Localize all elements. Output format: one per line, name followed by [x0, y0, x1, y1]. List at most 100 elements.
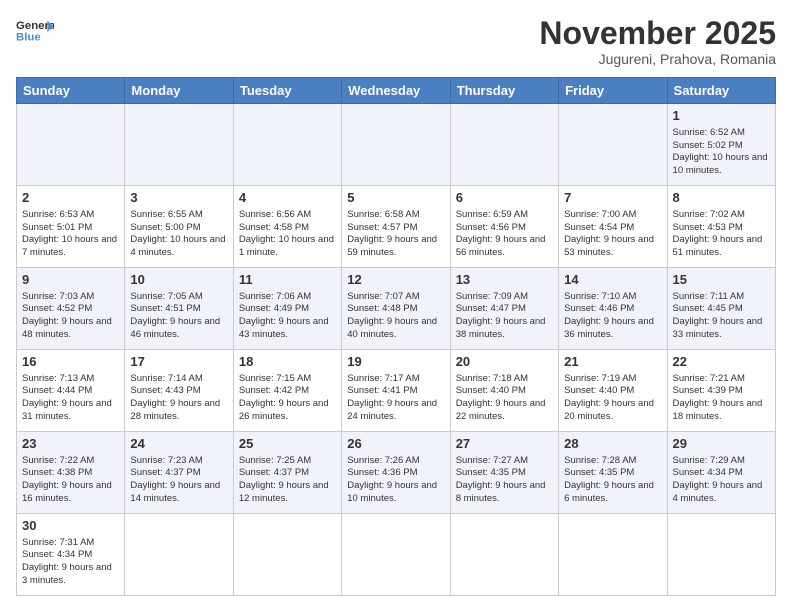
day-number: 25	[239, 435, 336, 453]
day-number: 20	[456, 353, 553, 371]
weekday-header-monday: Monday	[125, 78, 233, 104]
calendar-cell	[233, 514, 341, 596]
calendar-body: 1 Sunrise: 6:52 AM Sunset: 5:02 PM Daylig…	[17, 104, 776, 596]
day-info: Sunrise: 7:06 AM Sunset: 4:49 PM Dayligh…	[239, 291, 329, 340]
day-info: Sunrise: 7:10 AM Sunset: 4:46 PM Dayligh…	[564, 291, 654, 340]
day-number: 1	[673, 107, 770, 125]
day-info: Sunrise: 7:21 AM Sunset: 4:39 PM Dayligh…	[673, 373, 763, 422]
calendar-cell: 23 Sunrise: 7:22 AM Sunset: 4:38 PM Dayli…	[17, 432, 125, 514]
day-info: Sunrise: 7:03 AM Sunset: 4:52 PM Dayligh…	[22, 291, 112, 340]
day-number: 8	[673, 189, 770, 207]
day-number: 23	[22, 435, 119, 453]
day-number: 12	[347, 271, 444, 289]
day-info: Sunrise: 7:00 AM Sunset: 4:54 PM Dayligh…	[564, 209, 654, 258]
weekday-header-thursday: Thursday	[450, 78, 558, 104]
day-number: 6	[456, 189, 553, 207]
weekday-header-friday: Friday	[559, 78, 667, 104]
calendar-cell	[559, 104, 667, 186]
calendar-cell: 29 Sunrise: 7:29 AM Sunset: 4:34 PM Dayli…	[667, 432, 775, 514]
calendar-cell: 16 Sunrise: 7:13 AM Sunset: 4:44 PM Dayli…	[17, 350, 125, 432]
day-info: Sunrise: 6:52 AM Sunset: 5:02 PM Dayligh…	[673, 127, 768, 176]
calendar-cell: 26 Sunrise: 7:26 AM Sunset: 4:36 PM Dayli…	[342, 432, 450, 514]
day-number: 19	[347, 353, 444, 371]
calendar-cell: 4 Sunrise: 6:56 AM Sunset: 4:58 PM Daylig…	[233, 186, 341, 268]
calendar-cell: 8Sunrise: 7:02 AM Sunset: 4:53 PM Daylig…	[667, 186, 775, 268]
calendar-cell: 17Sunrise: 7:14 AM Sunset: 4:43 PM Dayli…	[125, 350, 233, 432]
calendar-week-row: 9 Sunrise: 7:03 AM Sunset: 4:52 PM Daylig…	[17, 268, 776, 350]
day-number: 2	[22, 189, 119, 207]
day-info: Sunrise: 6:55 AM Sunset: 5:00 PM Dayligh…	[130, 209, 225, 258]
day-info: Sunrise: 6:59 AM Sunset: 4:56 PM Dayligh…	[456, 209, 546, 258]
calendar-cell	[667, 514, 775, 596]
day-info: Sunrise: 7:27 AM Sunset: 4:35 PM Dayligh…	[456, 455, 546, 504]
day-info: Sunrise: 7:19 AM Sunset: 4:40 PM Dayligh…	[564, 373, 654, 422]
logo: General Blue	[16, 16, 54, 46]
day-number: 18	[239, 353, 336, 371]
calendar-week-row: 16 Sunrise: 7:13 AM Sunset: 4:44 PM Dayli…	[17, 350, 776, 432]
calendar-cell: 24Sunrise: 7:23 AM Sunset: 4:37 PM Dayli…	[125, 432, 233, 514]
calendar-cell: 28Sunrise: 7:28 AM Sunset: 4:35 PM Dayli…	[559, 432, 667, 514]
page: General Blue November 2025 Jugureni, Pra…	[0, 0, 792, 612]
weekday-header-tuesday: Tuesday	[233, 78, 341, 104]
calendar-cell: 20 Sunrise: 7:18 AM Sunset: 4:40 PM Dayli…	[450, 350, 558, 432]
calendar-week-row: 2 Sunrise: 6:53 AM Sunset: 5:01 PM Daylig…	[17, 186, 776, 268]
calendar-cell: 11Sunrise: 7:06 AM Sunset: 4:49 PM Dayli…	[233, 268, 341, 350]
calendar-cell: 7 Sunrise: 7:00 AM Sunset: 4:54 PM Daylig…	[559, 186, 667, 268]
title-area: November 2025 Jugureni, Prahova, Romania	[539, 16, 776, 67]
day-info: Sunrise: 7:18 AM Sunset: 4:40 PM Dayligh…	[456, 373, 546, 422]
day-info: Sunrise: 7:29 AM Sunset: 4:34 PM Dayligh…	[673, 455, 763, 504]
calendar-cell	[342, 104, 450, 186]
calendar-cell: 30Sunrise: 7:31 AM Sunset: 4:34 PM Dayli…	[17, 514, 125, 596]
day-info: Sunrise: 7:13 AM Sunset: 4:44 PM Dayligh…	[22, 373, 112, 422]
calendar-cell: 6 Sunrise: 6:59 AM Sunset: 4:56 PM Daylig…	[450, 186, 558, 268]
calendar-cell: 21Sunrise: 7:19 AM Sunset: 4:40 PM Dayli…	[559, 350, 667, 432]
day-number: 7	[564, 189, 661, 207]
day-info: Sunrise: 7:31 AM Sunset: 4:34 PM Dayligh…	[22, 537, 112, 586]
day-number: 9	[22, 271, 119, 289]
calendar-cell	[450, 104, 558, 186]
day-number: 26	[347, 435, 444, 453]
calendar-week-row: 23 Sunrise: 7:22 AM Sunset: 4:38 PM Dayli…	[17, 432, 776, 514]
day-number: 3	[130, 189, 227, 207]
day-number: 28	[564, 435, 661, 453]
day-info: Sunrise: 7:25 AM Sunset: 4:37 PM Dayligh…	[239, 455, 329, 504]
day-info: Sunrise: 7:05 AM Sunset: 4:51 PM Dayligh…	[130, 291, 220, 340]
day-number: 27	[456, 435, 553, 453]
calendar-cell: 19 Sunrise: 7:17 AM Sunset: 4:41 PM Dayli…	[342, 350, 450, 432]
day-info: Sunrise: 7:14 AM Sunset: 4:43 PM Dayligh…	[130, 373, 220, 422]
weekday-header-wednesday: Wednesday	[342, 78, 450, 104]
day-info: Sunrise: 6:58 AM Sunset: 4:57 PM Dayligh…	[347, 209, 437, 258]
calendar-cell: 25 Sunrise: 7:25 AM Sunset: 4:37 PM Dayli…	[233, 432, 341, 514]
calendar-cell	[125, 514, 233, 596]
calendar-table: SundayMondayTuesdayWednesdayThursdayFrid…	[16, 77, 776, 596]
day-info: Sunrise: 7:17 AM Sunset: 4:41 PM Dayligh…	[347, 373, 437, 422]
day-number: 4	[239, 189, 336, 207]
day-number: 22	[673, 353, 770, 371]
day-number: 14	[564, 271, 661, 289]
weekday-header-sunday: Sunday	[17, 78, 125, 104]
weekday-header-row: SundayMondayTuesdayWednesdayThursdayFrid…	[17, 78, 776, 104]
calendar-cell: 22 Sunrise: 7:21 AM Sunset: 4:39 PM Dayli…	[667, 350, 775, 432]
day-info: Sunrise: 7:23 AM Sunset: 4:37 PM Dayligh…	[130, 455, 220, 504]
day-number: 16	[22, 353, 119, 371]
calendar-cell: 3 Sunrise: 6:55 AM Sunset: 5:00 PM Daylig…	[125, 186, 233, 268]
calendar-cell: 27 Sunrise: 7:27 AM Sunset: 4:35 PM Dayli…	[450, 432, 558, 514]
day-info: Sunrise: 7:26 AM Sunset: 4:36 PM Dayligh…	[347, 455, 437, 504]
header: General Blue November 2025 Jugureni, Pra…	[16, 16, 776, 67]
day-info: Sunrise: 7:15 AM Sunset: 4:42 PM Dayligh…	[239, 373, 329, 422]
weekday-header-saturday: Saturday	[667, 78, 775, 104]
day-number: 15	[673, 271, 770, 289]
calendar-cell: 14 Sunrise: 7:10 AM Sunset: 4:46 PM Dayli…	[559, 268, 667, 350]
day-info: Sunrise: 6:53 AM Sunset: 5:01 PM Dayligh…	[22, 209, 117, 258]
day-info: Sunrise: 7:22 AM Sunset: 4:38 PM Dayligh…	[22, 455, 112, 504]
day-number: 5	[347, 189, 444, 207]
calendar-week-row: 1 Sunrise: 6:52 AM Sunset: 5:02 PM Daylig…	[17, 104, 776, 186]
calendar-cell: 18 Sunrise: 7:15 AM Sunset: 4:42 PM Dayli…	[233, 350, 341, 432]
calendar-cell: 1 Sunrise: 6:52 AM Sunset: 5:02 PM Daylig…	[667, 104, 775, 186]
calendar-cell: 5 Sunrise: 6:58 AM Sunset: 4:57 PM Daylig…	[342, 186, 450, 268]
day-info: Sunrise: 6:56 AM Sunset: 4:58 PM Dayligh…	[239, 209, 334, 258]
svg-text:Blue: Blue	[16, 32, 41, 44]
month-title: November 2025	[539, 16, 776, 51]
day-number: 29	[673, 435, 770, 453]
calendar-cell: 10Sunrise: 7:05 AM Sunset: 4:51 PM Dayli…	[125, 268, 233, 350]
